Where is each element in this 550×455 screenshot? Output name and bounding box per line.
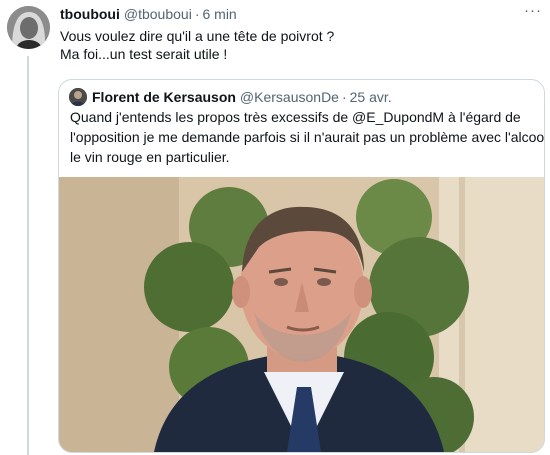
avatar[interactable]	[7, 6, 50, 49]
quoted-avatar	[69, 88, 87, 106]
quoted-text-line: l'opposition je me demande parfois si il…	[70, 129, 545, 145]
author-handle[interactable]: @tbouboui	[124, 6, 192, 22]
thread-line	[27, 56, 29, 455]
quoted-tweet-time: 25 avr.	[349, 89, 392, 105]
quoted-author-handle: @KersausonDe	[239, 89, 339, 105]
quoted-media-photo[interactable]	[59, 177, 544, 452]
quoted-avatar-image	[69, 88, 87, 106]
separator-dot: ·	[194, 6, 200, 22]
quoted-text-line: Quand j'entends les propos très excessif…	[70, 109, 521, 125]
tweet-header: tbouboui @tbouboui · 6 min	[60, 6, 237, 26]
tweet-text-line: Ma foi...un test serait utile !	[60, 46, 228, 62]
tweet-text-line: Vous voulez dire qu'il a une tête de poi…	[60, 28, 335, 44]
quoted-text-line: le vin rouge en particulier.	[70, 149, 230, 165]
quoted-author-name: Florent de Kersauson	[92, 89, 236, 105]
avatar-image	[7, 6, 50, 49]
quoted-tweet-header: Florent de Kersauson @KersausonDe · 25 a…	[69, 87, 392, 107]
tweet[interactable]: tbouboui @tbouboui · 6 min ··· Vous voul…	[0, 0, 550, 455]
portrait-photo	[59, 177, 544, 452]
tweet-time[interactable]: 6 min	[202, 6, 236, 22]
more-options-icon[interactable]: ···	[524, 2, 542, 19]
quoted-tweet[interactable]: Florent de Kersauson @KersausonDe · 25 a…	[58, 79, 545, 453]
author-name[interactable]: tbouboui	[60, 6, 120, 22]
separator-dot: ·	[341, 89, 347, 105]
